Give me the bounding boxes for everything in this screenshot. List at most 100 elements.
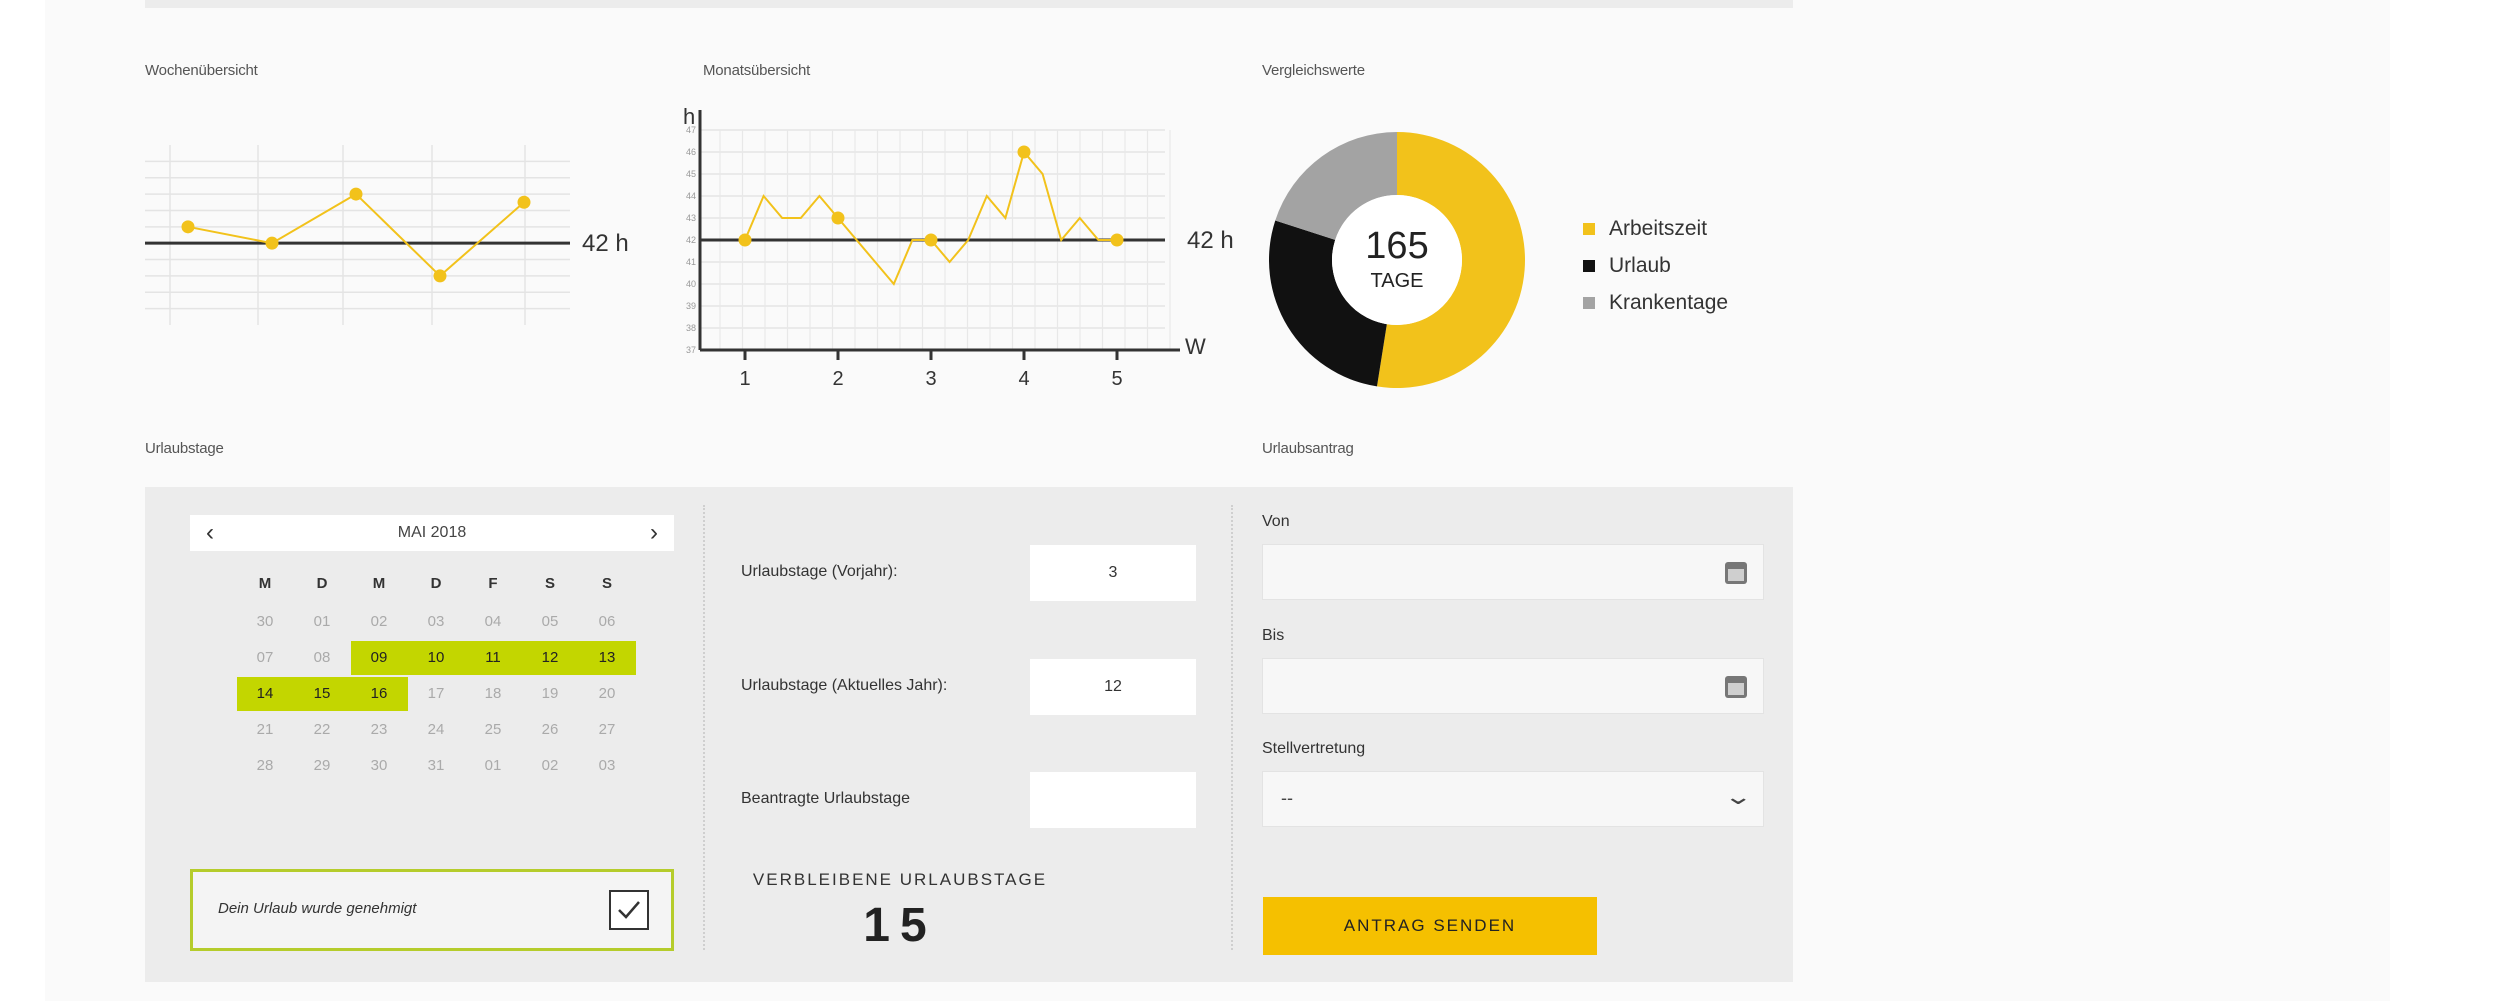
calendar-day[interactable]: 20 (587, 680, 627, 708)
calendar-day[interactable]: 19 (530, 680, 570, 708)
data-point (265, 236, 279, 250)
from-date-input[interactable] (1262, 544, 1764, 600)
calendar-weekday-label: D (430, 575, 442, 592)
y-axis-label: h (683, 104, 695, 129)
data-point (517, 195, 531, 209)
panel-divider (1231, 505, 1233, 950)
chevron-down-icon: ⌄ (1723, 784, 1753, 809)
calendar-day[interactable]: 08 (302, 644, 342, 672)
calendar-day[interactable]: 01 (473, 752, 513, 780)
calendar-weekday-label: S (544, 575, 555, 592)
calendar-day[interactable]: 02 (530, 752, 570, 780)
data-point (738, 233, 752, 247)
remaining-label: VERBLEIBENE URLAUBSTAGE (752, 870, 1048, 889)
calendar-day[interactable]: 31 (416, 752, 456, 780)
current-year-label: Urlaubstage (Aktuelles Jahr): (741, 677, 948, 694)
calendar-day[interactable]: 03 (587, 752, 627, 780)
y-tick-label: 39 (686, 301, 696, 311)
calendar-icon[interactable] (1725, 676, 1747, 698)
calendar-weekday-label: F (488, 575, 498, 592)
calendar-day[interactable]: 30 (359, 752, 399, 780)
deputy-select-value: -- (1281, 788, 1293, 808)
calendar-weekday-label: M (258, 575, 272, 592)
calendar-day[interactable]: 05 (530, 608, 570, 636)
calendar-day[interactable]: 22 (302, 716, 342, 744)
data-point (433, 269, 447, 283)
calendar-day[interactable]: 06 (587, 608, 627, 636)
calendar-day[interactable]: 02 (359, 608, 399, 636)
calendar-day[interactable]: 04 (473, 608, 513, 636)
calendar-day[interactable]: 18 (473, 680, 513, 708)
approval-checkbox[interactable] (609, 890, 649, 930)
legend-item-arbeitszeit: Arbeitszeit (1583, 210, 1728, 247)
legend-swatch (1583, 296, 1595, 309)
calendar-day[interactable]: 29 (302, 752, 342, 780)
prev-year-label: Urlaubstage (Vorjahr): (741, 563, 898, 580)
y-tick-label: 42 (686, 235, 696, 245)
vacation-days-title: Urlaubstage (145, 440, 224, 457)
comparison-title: Vergleichswerte (1262, 62, 1365, 79)
legend-item-urlaub: Urlaub (1583, 247, 1728, 284)
donut-center-label: TAGE (1371, 270, 1424, 292)
reference-label: 42 h (582, 230, 629, 257)
legend-swatch (1583, 222, 1595, 235)
data-point (831, 211, 845, 225)
legend-label: Krankentage (1609, 290, 1729, 314)
calendar-day[interactable]: 09 (359, 644, 399, 672)
calendar-day[interactable]: 11 (473, 644, 513, 672)
calendar-icon[interactable] (1725, 562, 1747, 584)
weekly-chart: 42 h (145, 145, 629, 325)
calendar-day[interactable]: 13 (587, 644, 627, 672)
calendar-day[interactable]: 25 (473, 716, 513, 744)
x-tick-label: 3 (925, 368, 936, 390)
calendar-day[interactable]: 28 (245, 752, 285, 780)
y-tick-label: 40 (686, 279, 696, 289)
y-tick-label: 41 (686, 257, 696, 267)
calendar-day[interactable]: 21 (245, 716, 285, 744)
calendar-day[interactable]: 15 (302, 680, 342, 708)
x-axis-label: W (1185, 334, 1206, 359)
calendar-day[interactable]: 01 (302, 608, 342, 636)
y-tick-label: 46 (686, 147, 696, 157)
requested-value (1030, 772, 1196, 828)
calendar-day[interactable]: 16 (359, 680, 399, 708)
monthly-title: Monatsübersicht (703, 62, 811, 79)
y-tick-label: 43 (686, 213, 696, 223)
checkmark-icon (618, 901, 640, 919)
calendar-day[interactable]: 07 (245, 644, 285, 672)
data-point (1110, 233, 1124, 247)
x-tick-label: 2 (832, 368, 843, 390)
donut-center-value: 165 (1365, 225, 1428, 267)
data-point (181, 220, 195, 234)
to-label: Bis (1262, 627, 1285, 644)
y-tick-label: 45 (686, 169, 696, 179)
calendar-day[interactable]: 17 (416, 680, 456, 708)
calendar-weekday-label: D (316, 575, 328, 592)
submit-request-button[interactable]: ANTRAG SENDEN (1263, 897, 1597, 955)
calendar-day[interactable]: 14 (245, 680, 285, 708)
data-point (349, 187, 363, 201)
calendar-month-label: MAI 2018 (397, 524, 467, 541)
calendar-day[interactable]: 03 (416, 608, 456, 636)
y-tick-label: 37 (686, 345, 696, 355)
remaining-value: 15 (863, 899, 937, 952)
from-label: Von (1262, 513, 1290, 530)
calendar-day[interactable]: 26 (530, 716, 570, 744)
requested-label: Beantragte Urlaubstage (741, 790, 910, 807)
calendar-day[interactable]: 12 (530, 644, 570, 672)
weekly-title: Wochenübersicht (145, 62, 258, 79)
calendar-day[interactable]: 27 (587, 716, 627, 744)
monthly-chart: 3738394041424344454647hW42 h1 2 3 4 5 (683, 104, 1234, 390)
calendar-next-button[interactable]: › (650, 515, 658, 551)
x-tick-label: 4 (1018, 368, 1029, 390)
calendar-day[interactable]: 30 (245, 608, 285, 636)
to-date-input[interactable] (1262, 658, 1764, 714)
reference-label: 42 h (1187, 227, 1234, 254)
deputy-select[interactable]: -- ⌄ (1262, 771, 1764, 827)
comparison-donut-chart: 165 TAGE (1269, 132, 1525, 388)
calendar-day[interactable]: 23 (359, 716, 399, 744)
calendar-day[interactable]: 10 (416, 644, 456, 672)
series-line (187, 192, 525, 278)
calendar-day[interactable]: 24 (416, 716, 456, 744)
top-strip (145, 0, 1793, 8)
